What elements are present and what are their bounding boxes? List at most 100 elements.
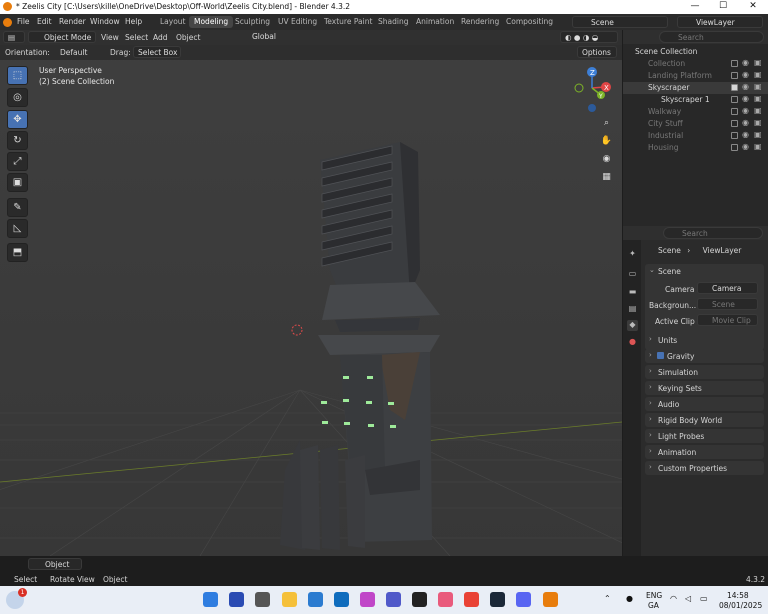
exclude-checkbox[interactable] [731, 144, 738, 151]
search-taskbar-icon[interactable] [229, 592, 244, 607]
visibility-eye-icon[interactable]: ◉ [742, 70, 749, 79]
visibility-eye-icon[interactable]: ◉ [742, 130, 749, 139]
render-camera-icon[interactable]: ▣ [754, 58, 762, 67]
active-clip-field[interactable]: Movie Clip [697, 314, 758, 326]
outliner-row[interactable]: Scene Collection [623, 46, 768, 58]
battery-icon[interactable]: ▭ [700, 594, 708, 603]
exclude-checkbox[interactable] [731, 96, 738, 103]
visibility-eye-icon[interactable]: ◉ [742, 142, 749, 151]
world-tab-icon[interactable]: ● [627, 337, 638, 348]
minimize-button[interactable]: — [684, 1, 706, 11]
annotate-tool-button[interactable]: ✎ [7, 198, 28, 217]
move-tool-button[interactable]: ✥ [7, 110, 28, 129]
view-layer-selector[interactable]: ViewLayer [677, 16, 763, 28]
menu-render[interactable]: Render [59, 17, 86, 26]
clock-date[interactable]: 08/01/2025 [719, 601, 762, 610]
discord-icon[interactable] [516, 592, 531, 607]
render-camera-icon[interactable]: ▣ [754, 82, 762, 91]
camera-view-button[interactable]: ◉ [598, 151, 615, 168]
view-layer-tab-icon[interactable]: ▤ [627, 304, 638, 315]
navigation-gizmo[interactable]: X Z Y [570, 66, 616, 112]
add-cube-tool-button[interactable]: ⬒ [7, 243, 28, 262]
shading-buttons[interactable]: ◐ ● ◑ ◒ [560, 31, 618, 43]
menu-file[interactable]: File [17, 17, 30, 26]
outliner-row[interactable]: Landing Platform ◉ ▣ [623, 70, 768, 82]
steam-icon[interactable] [490, 592, 505, 607]
options-button[interactable]: Options [577, 46, 617, 58]
tab-texture-paint[interactable]: Texture Paint [319, 16, 377, 28]
select-tool-button[interactable]: ⬚ [7, 66, 28, 85]
outliner-row[interactable]: Collection ◉ ▣ [623, 58, 768, 70]
visibility-eye-icon[interactable]: ◉ [742, 118, 749, 127]
store-icon[interactable] [308, 592, 323, 607]
property-panel[interactable]: › Gravity [645, 349, 764, 363]
zoom-button[interactable]: ⌕ [598, 115, 615, 132]
transform-orientation[interactable]: Global [236, 31, 284, 43]
menu-select[interactable]: Select [125, 33, 148, 42]
file-explorer-icon[interactable] [282, 592, 297, 607]
outliner-row[interactable]: Skyscraper ◉ ▣ [623, 82, 768, 94]
render-camera-icon[interactable]: ▣ [754, 142, 762, 151]
outlook-icon[interactable] [334, 592, 349, 607]
gravity-checkbox[interactable] [657, 352, 664, 359]
background-scene-field[interactable]: Scene [697, 298, 758, 310]
visibility-eye-icon[interactable]: ◉ [742, 106, 749, 115]
viewport-scene[interactable] [0, 30, 622, 556]
tab-shading[interactable]: Shading [373, 16, 413, 28]
property-panel[interactable]: › Keying Sets [645, 381, 764, 395]
tab-layout[interactable]: Layout [155, 16, 191, 28]
property-panel[interactable]: › Rigid Body World [645, 413, 764, 427]
wifi-icon[interactable]: ◠ [670, 594, 677, 603]
property-panel[interactable]: › Animation [645, 445, 764, 459]
tab-uv-editing[interactable]: UV Editing [273, 16, 322, 28]
3d-viewport[interactable]: ▤ Object Mode View Select Add Object Glo… [0, 30, 622, 556]
properties-search-input[interactable]: Search [663, 227, 763, 239]
volume-icon[interactable]: ◁ [685, 594, 691, 603]
tool-tab-icon[interactable]: ✦ [627, 249, 638, 260]
render-camera-icon[interactable]: ▣ [754, 70, 762, 79]
visibility-eye-icon[interactable]: ◉ [742, 94, 749, 103]
cursor-tool-button[interactable]: ◎ [7, 88, 28, 107]
photos-icon[interactable] [438, 592, 453, 607]
visibility-eye-icon[interactable]: ◉ [742, 58, 749, 67]
blender-menu-icon[interactable] [3, 18, 12, 27]
menu-object[interactable]: Object [176, 33, 200, 42]
transform-tool-button[interactable]: ▣ [7, 173, 28, 192]
outliner-row[interactable]: Walkway ◉ ▣ [623, 106, 768, 118]
exclude-checkbox[interactable] [731, 84, 738, 91]
editor-type-button[interactable]: ▤ [3, 31, 25, 43]
tab-rendering[interactable]: Rendering [456, 16, 504, 28]
menu-add[interactable]: Add [153, 33, 168, 42]
language-secondary[interactable]: GA [648, 601, 659, 610]
outliner-row[interactable]: City Stuff ◉ ▣ [623, 118, 768, 130]
measure-tool-button[interactable]: ◺ [7, 219, 28, 238]
menu-help[interactable]: Help [125, 17, 142, 26]
outliner-search-input[interactable]: Search [659, 31, 764, 43]
close-button[interactable]: ✕ [742, 1, 764, 11]
rotate-tool-button[interactable]: ↻ [7, 131, 28, 150]
render-camera-icon[interactable]: ▣ [754, 94, 762, 103]
tab-compositing[interactable]: Compositing [501, 16, 558, 28]
chevron-up-icon[interactable]: ⌃ [604, 594, 611, 603]
tab-sculpting[interactable]: Sculpting [230, 16, 275, 28]
task-view-icon[interactable] [255, 592, 270, 607]
property-panel[interactable]: › Custom Properties [645, 461, 764, 475]
property-panel[interactable]: › Light Probes [645, 429, 764, 443]
pan-button[interactable]: ✋ [598, 133, 615, 150]
property-panel[interactable]: › Simulation [645, 365, 764, 379]
camera-field[interactable]: Camera [697, 282, 758, 294]
outliner-row[interactable]: Housing ◉ ▣ [623, 142, 768, 154]
menu-view[interactable]: View [101, 33, 119, 42]
render-camera-icon[interactable]: ▣ [754, 130, 762, 139]
property-panel[interactable]: › Units [645, 333, 764, 347]
exclude-checkbox[interactable] [731, 60, 738, 67]
scale-tool-button[interactable]: ⤢ [7, 152, 28, 171]
exclude-checkbox[interactable] [731, 120, 738, 127]
menu-edit[interactable]: Edit [37, 17, 52, 26]
chrome-icon[interactable] [464, 592, 479, 607]
drag-selector[interactable]: Select Box [133, 46, 181, 58]
exclude-checkbox[interactable] [731, 132, 738, 139]
outliner-row[interactable]: Industrial ◉ ▣ [623, 130, 768, 142]
copilot-icon[interactable] [360, 592, 375, 607]
output-tab-icon[interactable]: ▬ [627, 287, 638, 298]
